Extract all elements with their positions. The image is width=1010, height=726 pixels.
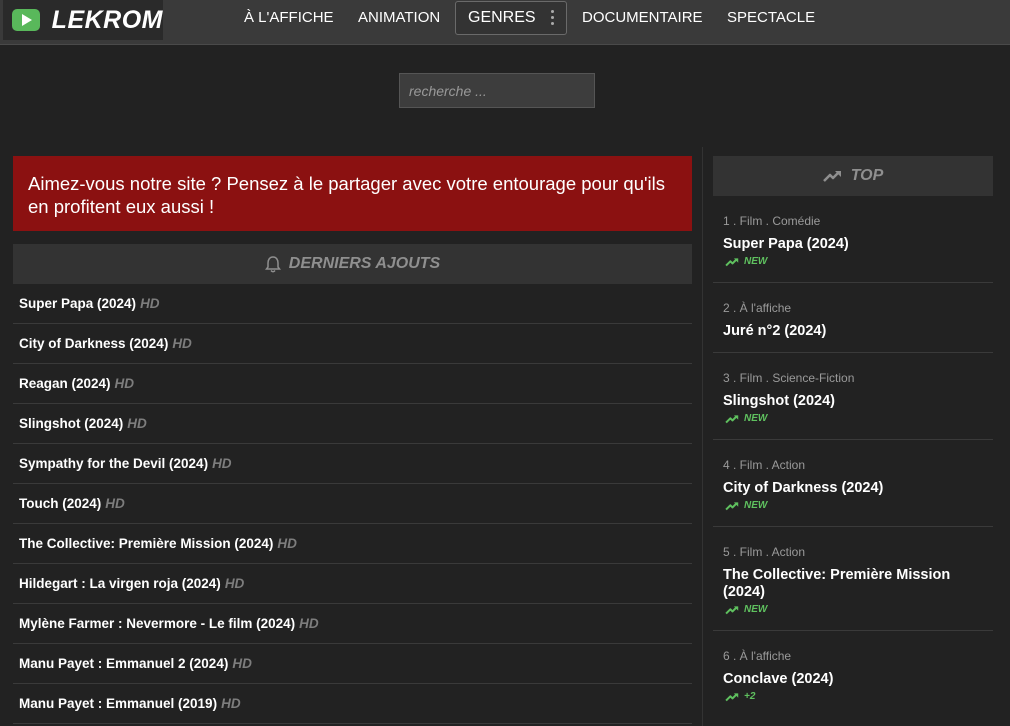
quality-badge: HD: [105, 496, 125, 511]
item-title[interactable]: Reagan (2024): [19, 376, 111, 391]
site-name: LEKROM: [51, 5, 163, 34]
top-item-meta: 2 . À l'affiche: [723, 301, 792, 315]
latest-section-header: DERNIERS AJOUTS: [13, 244, 692, 284]
top-item[interactable]: 2 . À l'affiche Juré n°2 (2024): [713, 283, 993, 353]
top-item-title[interactable]: City of Darkness (2024): [713, 480, 993, 497]
trend-badge: NEW: [713, 500, 993, 511]
item-title[interactable]: Slingshot (2024): [19, 416, 123, 431]
badge-label: NEW: [744, 604, 768, 615]
play-icon: [12, 9, 40, 31]
quality-badge: HD: [114, 376, 135, 391]
column-divider: [702, 147, 703, 726]
quality-badge: HD: [140, 296, 160, 311]
top-item-title[interactable]: Super Papa (2024): [713, 236, 993, 253]
list-item[interactable]: Hildegart : La virgen roja (2024) HD: [13, 564, 692, 604]
top-item-meta: 4 . Film . Action: [723, 458, 806, 472]
nav-item-spectacle[interactable]: SPECTACLE: [727, 9, 815, 26]
item-title[interactable]: City of Darkness (2024): [19, 336, 168, 351]
top-item[interactable]: 3 . Film . Science-Fiction Slingshot (20…: [713, 353, 993, 440]
badge-label: +2: [744, 691, 756, 702]
quality-badge: HD: [277, 536, 297, 551]
top-item[interactable]: 6 . À l'affiche Conclave (2024) +2: [713, 631, 993, 718]
list-item[interactable]: Manu Payet : Emmanuel (2019) HD: [13, 684, 692, 724]
top-item-title[interactable]: Slingshot (2024): [713, 393, 993, 410]
top-navbar: LEKROM À L'AFFICHE ANIMATION GENRES DOCU…: [0, 0, 1010, 45]
item-title[interactable]: Touch (2024): [19, 496, 101, 511]
trending-up-icon: [725, 257, 739, 266]
trend-badge: +2: [713, 691, 993, 702]
nav-item-documentaire[interactable]: DOCUMENTAIRE: [582, 9, 703, 26]
list-item[interactable]: City of Darkness (2024) HD: [13, 324, 692, 364]
list-item[interactable]: Sympathy for the Devil (2024) HD: [13, 444, 692, 484]
quality-badge: HD: [127, 416, 147, 431]
quality-badge: HD: [221, 696, 241, 711]
item-title[interactable]: Manu Payet : Emmanuel (2019): [19, 696, 217, 711]
item-title[interactable]: Super Papa (2024): [19, 296, 136, 311]
item-title[interactable]: Mylène Farmer : Nevermore - Le film (202…: [19, 616, 295, 631]
top-item[interactable]: 4 . Film . Action City of Darkness (2024…: [713, 440, 993, 527]
top-item[interactable]: 5 . Film . Action The Collective: Premiè…: [713, 527, 993, 631]
list-item[interactable]: Mylène Farmer : Nevermore - Le film (202…: [13, 604, 692, 644]
badge-label: NEW: [744, 500, 768, 511]
latest-heading: DERNIERS AJOUTS: [288, 255, 441, 272]
trend-badge: NEW: [713, 604, 993, 615]
item-title[interactable]: Hildegart : La virgen roja (2024): [19, 576, 221, 591]
trending-up-icon: [725, 414, 739, 423]
list-item[interactable]: Manu Payet : Emmanuel 2 (2024) HD: [13, 644, 692, 684]
top-item[interactable]: 1 . Film . Comédie Super Papa (2024) NEW: [713, 196, 993, 283]
list-item[interactable]: Slingshot (2024) HD: [13, 404, 692, 444]
top-item-meta: 5 . Film . Action: [723, 545, 806, 559]
top-item-title[interactable]: Conclave (2024): [713, 671, 993, 688]
nav-item-animation[interactable]: ANIMATION: [358, 9, 440, 26]
list-item[interactable]: The Collective: Première Mission (2024) H…: [13, 524, 692, 564]
more-vertical-icon: [551, 10, 555, 28]
genres-dropdown-button[interactable]: GENRES: [455, 1, 567, 35]
genres-label: GENRES: [468, 9, 536, 26]
trending-up-icon: [725, 605, 739, 614]
trending-up-icon: [725, 692, 739, 701]
nav-item-a-l-affiche[interactable]: À L'AFFICHE: [244, 9, 334, 26]
top-heading: TOP: [850, 167, 884, 184]
quality-badge: HD: [172, 336, 192, 351]
list-item[interactable]: Reagan (2024) HD: [13, 364, 692, 404]
search-input[interactable]: [399, 73, 595, 108]
top-list: 1 . Film . Comédie Super Papa (2024) NEW…: [713, 196, 993, 718]
bell-icon: [264, 255, 281, 272]
item-title[interactable]: Sympathy for the Devil (2024): [19, 456, 208, 471]
top-item-meta: 1 . Film . Comédie: [723, 214, 821, 228]
list-item[interactable]: Touch (2024) HD: [13, 484, 692, 524]
top-item-title[interactable]: Juré n°2 (2024): [713, 323, 993, 340]
trending-up-icon: [822, 171, 841, 182]
quality-badge: HD: [299, 616, 319, 631]
quality-badge: HD: [232, 656, 252, 671]
quality-badge: HD: [224, 576, 245, 591]
site-logo[interactable]: LEKROM: [3, 0, 163, 40]
latest-list: Super Papa (2024) HD City of Darkness (20…: [13, 284, 692, 724]
item-title[interactable]: Manu Payet : Emmanuel 2 (2024): [19, 656, 228, 671]
badge-label: NEW: [744, 256, 768, 267]
trending-up-icon: [725, 501, 739, 510]
trend-badge: NEW: [713, 256, 993, 267]
top-item-meta: 3 . Film . Science-Fiction: [723, 371, 855, 385]
top-item-meta: 6 . À l'affiche: [723, 649, 792, 663]
top-item-title[interactable]: The Collective: Première Mission (2024): [713, 567, 993, 601]
list-item[interactable]: Super Papa (2024) HD: [13, 284, 692, 324]
top-section-header: TOP: [713, 156, 993, 196]
share-banner: Aimez-vous notre site ? Pensez à le part…: [13, 156, 692, 231]
quality-badge: HD: [212, 456, 232, 471]
badge-label: NEW: [744, 413, 768, 424]
item-title[interactable]: The Collective: Première Mission (2024): [19, 536, 273, 551]
trend-badge: NEW: [713, 413, 993, 424]
